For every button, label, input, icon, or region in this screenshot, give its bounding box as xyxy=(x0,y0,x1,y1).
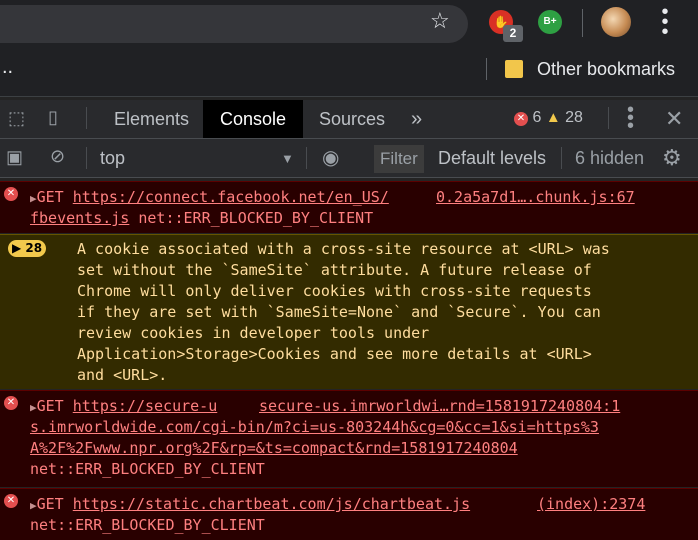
expand-triangle-icon[interactable]: ▶ xyxy=(30,401,37,414)
expand-triangle-icon[interactable]: ▶ xyxy=(30,499,37,512)
browser-menu-icon[interactable]: • • • xyxy=(657,2,673,42)
expand-triangle-icon[interactable]: ▶ xyxy=(30,192,37,205)
gear-icon[interactable]: ⚙ xyxy=(662,145,682,171)
hidden-messages-count: 6 hidden xyxy=(575,148,645,168)
request-method: GET xyxy=(36,495,64,513)
tab-console[interactable]: Console xyxy=(203,100,304,138)
sidebar-toggle-icon[interactable]: ▣ xyxy=(6,147,23,168)
log-levels-dropdown[interactable]: Default levels xyxy=(438,148,546,169)
warning-text-line: A cookie associated with a cross-site re… xyxy=(77,240,610,258)
tab-separator xyxy=(608,107,609,129)
console-message-error[interactable]: ✕ ▶GET https://connect.facebook.net/en_U… xyxy=(0,181,698,233)
devtools-menu-icon[interactable]: • • • xyxy=(627,100,634,136)
extension-badge: 2 xyxy=(503,25,523,42)
folder-icon[interactable] xyxy=(505,60,523,78)
toolbar-separator xyxy=(561,147,562,169)
console-message-warning[interactable]: ▶ 28 A cookie associated with a cross-si… xyxy=(0,234,698,389)
request-url-link[interactable]: https://connect.facebook.net/en_US/ xyxy=(73,188,389,206)
warning-count: 28 xyxy=(565,109,583,126)
request-url-continuation[interactable]: A%2F%2Fwww.npr.org%2F&rp=&ts=compact&rnd… xyxy=(30,438,518,459)
address-bar[interactable] xyxy=(0,5,468,43)
inspect-element-icon[interactable]: ⬚ xyxy=(8,108,25,129)
error-icon: ✕ xyxy=(514,112,528,126)
warning-text-line: if they are set with `SameSite=None` and… xyxy=(77,303,601,321)
source-location-link[interactable]: secure-us.imrworldwi…rnd=1581917240804:1 xyxy=(259,396,620,417)
source-location-link[interactable]: 0.2a5a7d1….chunk.js:67 xyxy=(436,187,635,208)
warning-count-badge: ▶ 28 xyxy=(8,240,47,257)
tab-elements[interactable]: Elements xyxy=(114,100,189,138)
error-icon: ✕ xyxy=(4,187,18,201)
live-expression-eye-icon[interactable]: ◉ xyxy=(322,145,339,170)
toolbar-separator xyxy=(306,147,307,169)
device-toolbar-icon[interactable]: ▯ xyxy=(48,107,58,128)
request-method: GET xyxy=(36,397,64,415)
fbevents-link[interactable]: fbevents.js xyxy=(30,209,129,227)
issue-counters[interactable]: ✕ 6 ▲ 28 xyxy=(514,109,583,127)
request-url-link[interactable]: https://secure-u xyxy=(73,397,218,415)
warning-repeat-count: 28 xyxy=(25,241,43,255)
warning-text-line: Chrome will only deliver cookies with cr… xyxy=(77,282,592,300)
more-tabs-icon[interactable]: » xyxy=(411,100,422,138)
request-url-continuation[interactable]: s.imrworldwide.com/cgi-bin/m?ci=us-80324… xyxy=(30,417,599,438)
console-message-error[interactable]: ✕ ▶GET https://secure-u secure-us.imrwor… xyxy=(0,390,698,487)
error-status: net::ERR_BLOCKED_BY_CLIENT xyxy=(30,460,265,478)
error-icon: ✕ xyxy=(4,494,18,508)
bookmarks-separator xyxy=(486,58,487,80)
warning-text-line: and <URL>. xyxy=(77,366,168,384)
warning-text-line: review cookies in developer tools under xyxy=(77,324,430,342)
tab-separator xyxy=(86,107,87,129)
source-location-link[interactable]: (index):2374 xyxy=(537,494,645,515)
toolbar-separator xyxy=(582,9,583,37)
error-icon: ✕ xyxy=(4,396,18,410)
chevron-down-icon[interactable]: ▼ xyxy=(281,151,294,166)
extension-b-plus-icon[interactable]: B+ xyxy=(538,10,562,34)
close-devtools-icon[interactable]: ✕ xyxy=(665,106,683,132)
error-status: net::ERR_BLOCKED_BY_CLIENT xyxy=(129,209,374,227)
other-bookmarks-button[interactable]: Other bookmarks xyxy=(537,59,675,80)
context-selector[interactable]: top xyxy=(100,148,125,169)
request-method: GET xyxy=(36,188,64,206)
filter-input[interactable]: Filter xyxy=(374,145,424,173)
toolbar-separator xyxy=(86,147,87,169)
bookmarks-overflow[interactable]: .. xyxy=(2,56,13,79)
profile-avatar[interactable] xyxy=(601,7,631,37)
console-message-error[interactable]: ✕ ▶GET https://static.chartbeat.com/js/c… xyxy=(0,488,698,540)
bookmark-star-icon[interactable]: ☆ xyxy=(430,9,450,33)
warning-icon: ▲ xyxy=(545,109,561,126)
warning-text-line: set without the `SameSite` attribute. A … xyxy=(77,261,592,279)
request-url-link[interactable]: https://static.chartbeat.com/js/chartbea… xyxy=(73,495,470,513)
error-status: net::ERR_BLOCKED_BY_CLIENT xyxy=(30,516,265,534)
error-count: 6 xyxy=(532,109,542,126)
tab-sources[interactable]: Sources xyxy=(319,100,385,138)
warning-text-line: Application>Storage>Cookies and see more… xyxy=(77,345,592,363)
clear-console-icon[interactable]: ⊘ xyxy=(50,146,65,167)
